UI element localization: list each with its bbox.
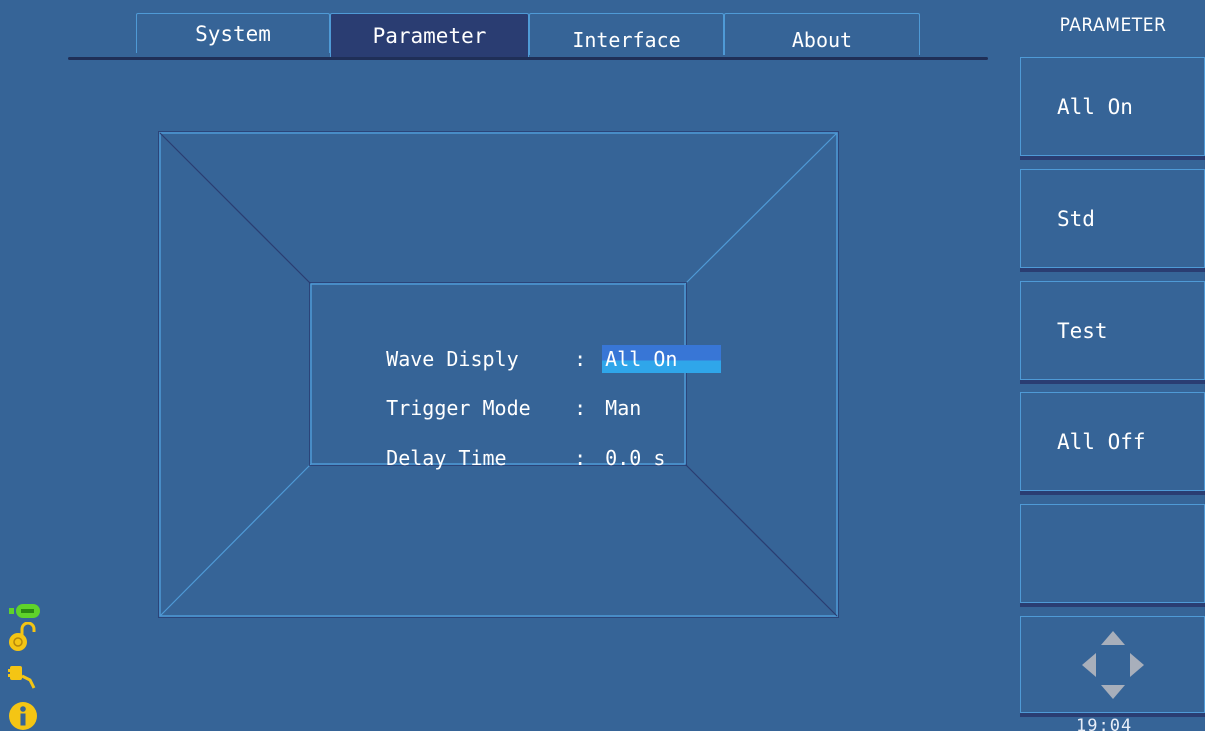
param-label: Delay Time — [386, 446, 507, 470]
param-wave-display[interactable]: Wave Disply: All On — [338, 317, 722, 373]
param-delay-time[interactable]: Delay Time:0.0 s — [338, 416, 671, 470]
param-value[interactable]: 0.0 s — [602, 444, 671, 472]
instrument-screen: System Parameter Interface About PARAMET… — [0, 0, 1205, 731]
unlock-icon — [9, 622, 36, 651]
param-trigger-mode[interactable]: Trigger Mode: Man — [338, 366, 647, 420]
power-plug-icon — [8, 666, 36, 689]
usb-icon — [9, 604, 40, 618]
info-icon — [9, 702, 37, 730]
